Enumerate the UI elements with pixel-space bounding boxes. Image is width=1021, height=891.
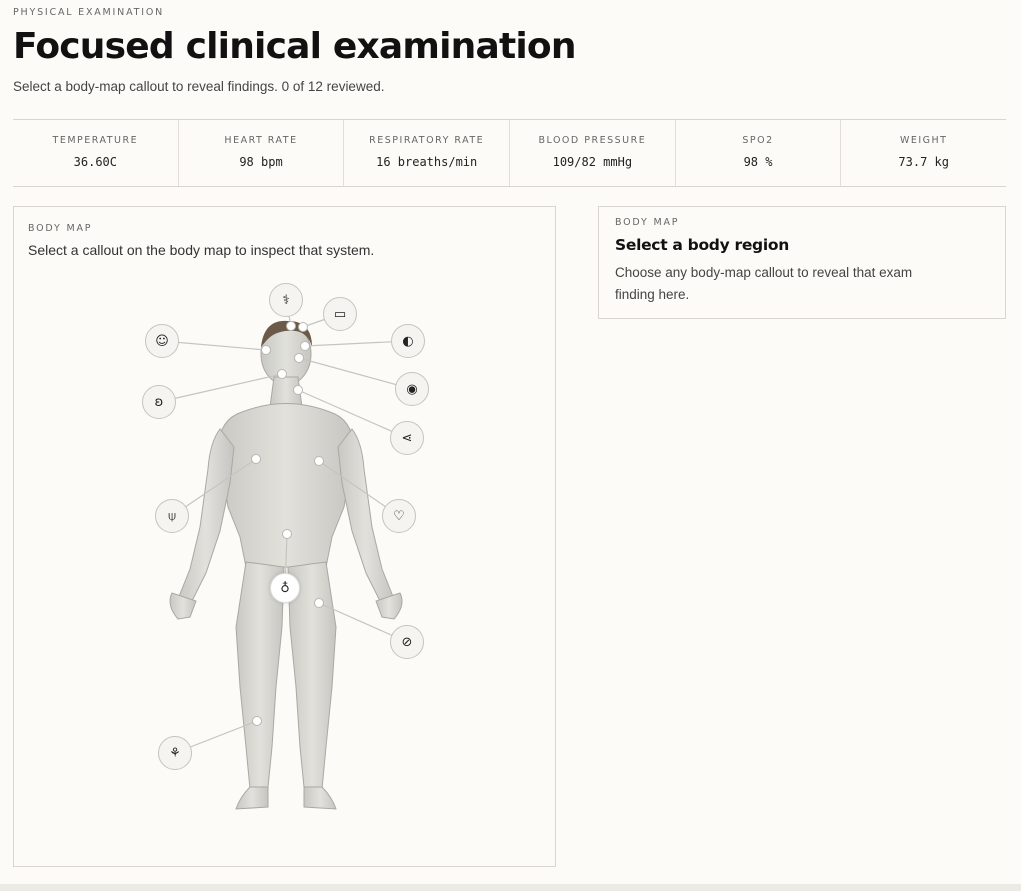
callout-anchor-dot [261,345,271,355]
finding-panel: BODY MAP Select a body region Choose any… [598,206,1006,319]
vital-heart-rate: HEART RATE 98 bpm [179,120,345,186]
callout-anchor-dot [286,321,296,331]
callout-anchor-dot [294,353,304,363]
foot-icon: ⚘ [169,745,181,761]
finding-panel-eyebrow: BODY MAP [615,217,680,228]
page-eyebrow: PHYSICAL EXAMINATION [13,7,165,18]
callout-leader-line [158,373,283,403]
callout-anchor-dot [300,341,310,351]
lungs-callout-button[interactable]: ⍦ [155,499,189,533]
vital-label: HEART RATE [224,135,298,146]
page-subtitle: Select a body-map callout to reveal find… [13,79,385,94]
callout-anchor-dot [277,369,287,379]
lymph-node-icon: ⋖ [401,430,413,446]
vital-value: 109/82 mmHg [552,155,633,169]
ear-icon: ʚ [154,394,164,410]
abdomen-drop-icon: ♁ [280,580,290,596]
vital-label: BLOOD PRESSURE [538,135,647,146]
callout-anchor-dot [314,456,324,466]
callout-anchor-dot [251,454,261,464]
eye-callout-button[interactable]: ◉ [395,372,429,406]
finding-panel-heading: Select a body region [615,236,789,254]
callout-anchor-dot [298,322,308,332]
stethoscope-callout-button[interactable]: ⚕ [269,283,303,317]
vital-respiratory-rate: RESPIRATORY RATE 16 breaths/min [344,120,511,186]
bandage-icon: ⊘ [401,634,413,650]
brain-callout-button[interactable]: ◐ [391,324,425,358]
finding-panel-body: Choose any body-map callout to reveal th… [615,265,913,302]
eye-icon: ◉ [406,381,418,397]
ear-callout-button[interactable]: ʚ [142,385,176,419]
foot-callout-button[interactable]: ⚘ [158,736,192,770]
bottom-divider [0,884,1021,891]
abdomen-drop-callout-button[interactable]: ♁ [270,573,300,603]
vital-label: TEMPERATURE [52,135,139,146]
smiley-face-callout-button[interactable]: ☺ [145,324,179,358]
vital-value: 98 % [743,155,773,169]
page-title: Focused clinical examination [13,26,577,67]
heart-callout-button[interactable]: ♡ [382,499,416,533]
vital-value: 36.60C [73,155,118,169]
brain-icon: ◐ [402,333,414,349]
vital-label: SPO2 [742,135,774,146]
speech-bubble-callout-button[interactable]: ▭ [323,297,357,331]
vital-weight: WEIGHT 73.7 kg [841,120,1006,186]
vital-spo2: SPO2 98 % [676,120,842,186]
bandage-callout-button[interactable]: ⊘ [390,625,424,659]
vitals-strip: TEMPERATURE 36.60C HEART RATE 98 bpm RES… [13,119,1006,187]
vital-value: 16 breaths/min [376,155,478,169]
heart-icon: ♡ [393,508,405,524]
vital-label: WEIGHT [899,135,948,146]
callout-anchor-dot [314,598,324,608]
smiley-face-icon: ☺ [155,333,169,349]
speech-bubble-icon: ▭ [333,306,347,322]
stethoscope-icon: ⚕ [282,292,290,308]
body-map-panel: BODY MAP Select a callout on the body ma… [13,206,556,867]
vital-value: 98 bpm [239,155,283,169]
vital-label: RESPIRATORY RATE [369,135,485,146]
vital-value: 73.7 kg [898,155,949,169]
lymph-node-callout-button[interactable]: ⋖ [390,421,424,455]
vital-blood-pressure: BLOOD PRESSURE 109/82 mmHg [510,120,676,186]
vital-temperature: TEMPERATURE 36.60C [13,120,179,186]
callout-anchor-dot [252,716,262,726]
callout-anchor-dot [293,385,303,395]
callout-anchor-dot [282,529,292,539]
lungs-icon: ⍦ [168,508,176,524]
